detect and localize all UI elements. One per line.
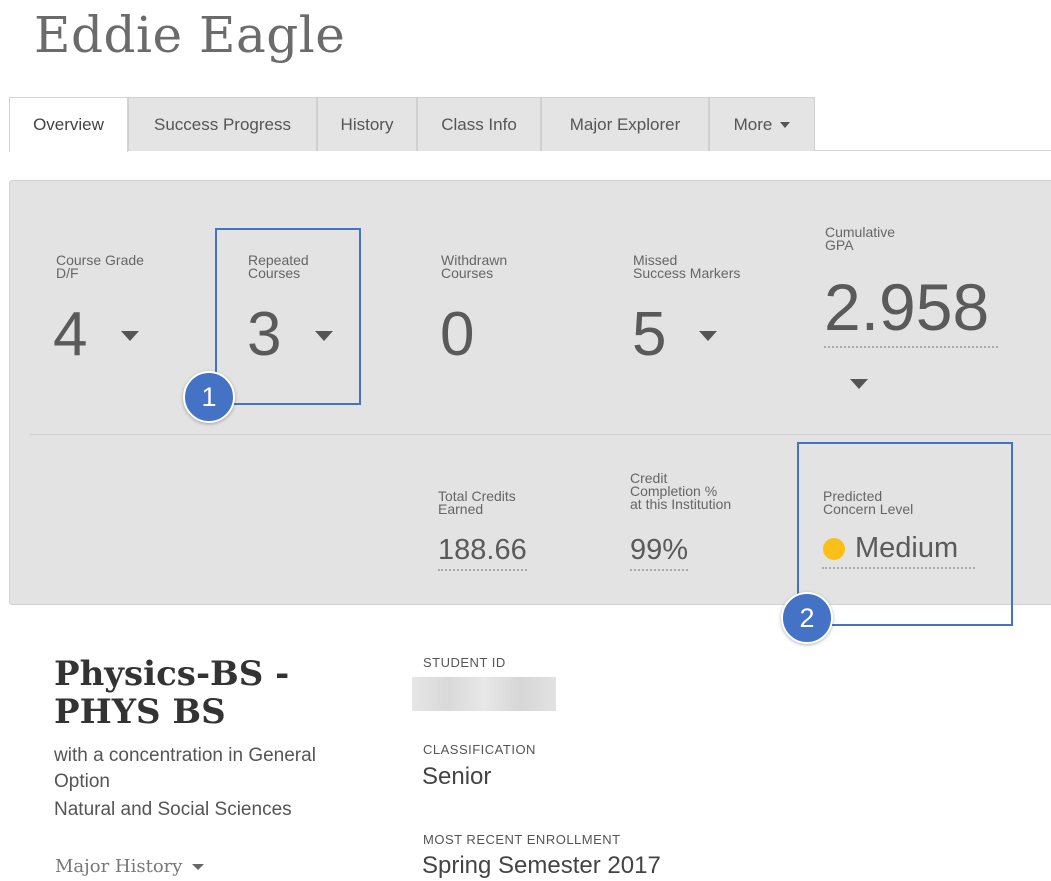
grade-df-value[interactable]: 4 bbox=[53, 304, 87, 366]
major-concentration: with a concentration in General Option bbox=[54, 745, 316, 792]
chevron-down-icon[interactable] bbox=[121, 331, 139, 341]
withdrawn-courses-label: Withdrawn Courses bbox=[441, 252, 508, 281]
credit-completion-value[interactable]: 99% bbox=[630, 535, 689, 571]
tab-label: History bbox=[340, 114, 394, 134]
tab-class-info[interactable]: Class Info bbox=[417, 97, 541, 151]
callout-badge-2: 2 bbox=[781, 592, 833, 644]
tab-label: Success Progress bbox=[154, 114, 291, 134]
tab-bar: Overview Success Progress History Class … bbox=[9, 97, 1051, 152]
withdrawn-courses-value: 0 bbox=[440, 300, 475, 369]
missed-markers-value[interactable]: 5 bbox=[632, 304, 666, 366]
tab-success-progress[interactable]: Success Progress bbox=[128, 97, 317, 151]
tab-label: Major Explorer bbox=[569, 114, 681, 134]
missed-markers-label: Missed Success Markers bbox=[633, 252, 741, 281]
classification-value: Senior bbox=[422, 763, 492, 790]
student-id-label: STUDENT ID bbox=[423, 655, 506, 670]
panel-divider bbox=[30, 434, 1051, 435]
credit-completion-label: Credit Completion % at this Institution bbox=[630, 470, 732, 512]
major-college: Natural and Social Sciences bbox=[54, 799, 292, 820]
callout-badge-1: 1 bbox=[183, 371, 235, 423]
major-title: Physics-BS - PHYS BS bbox=[54, 654, 290, 732]
chevron-down-icon bbox=[192, 864, 205, 870]
enrollment-label: MOST RECENT ENROLLMENT bbox=[423, 832, 621, 847]
tab-more[interactable]: More bbox=[709, 97, 815, 151]
tab-overview[interactable]: Overview bbox=[9, 97, 128, 152]
total-credits-value[interactable]: 188.66 bbox=[438, 535, 527, 571]
callout-box-repeated bbox=[215, 228, 361, 405]
grade-df-label: Course Grade D/F bbox=[56, 252, 144, 281]
gpa-value[interactable]: 2.958 bbox=[824, 274, 998, 348]
classification-label: CLASSIFICATION bbox=[423, 742, 536, 757]
student-id-redacted bbox=[412, 677, 556, 711]
student-name: Eddie Eagle bbox=[34, 6, 346, 64]
gpa-label: Cumulative GPA bbox=[825, 224, 896, 253]
enrollment-value: Spring Semester 2017 bbox=[422, 852, 661, 879]
chevron-down-icon bbox=[780, 121, 791, 128]
tab-history[interactable]: History bbox=[317, 97, 417, 151]
tab-label: More bbox=[733, 114, 773, 134]
major-history-toggle[interactable]: Major History bbox=[55, 856, 205, 877]
tab-label: Overview bbox=[33, 115, 104, 134]
chevron-down-icon[interactable] bbox=[699, 331, 717, 341]
major-history-label: Major History bbox=[55, 856, 183, 877]
tab-major-explorer[interactable]: Major Explorer bbox=[541, 97, 709, 151]
total-credits-label: Total Credits Earned bbox=[438, 488, 516, 517]
chevron-down-icon[interactable] bbox=[850, 379, 868, 389]
tab-label: Class Info bbox=[441, 114, 517, 134]
callout-box-concern bbox=[797, 442, 1013, 626]
